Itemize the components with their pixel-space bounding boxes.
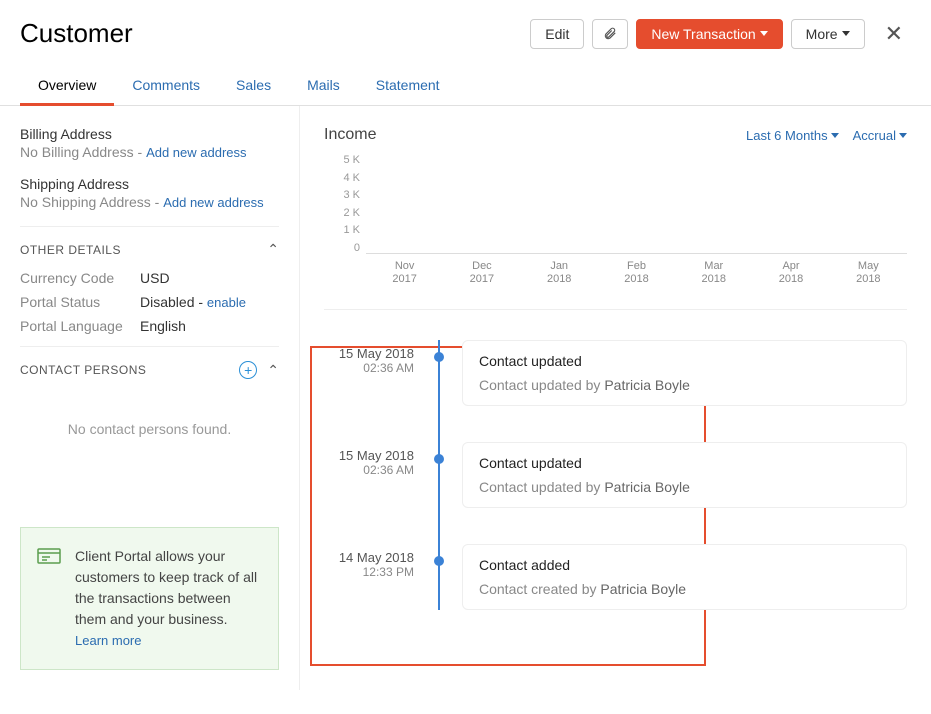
portal-text: Client Portal allows your customers to k… [75,546,262,651]
sidebar: Billing Address No Billing Address - Add… [0,106,300,690]
caret-down-icon [760,31,768,36]
timeline-item: 15 May 2018 02:36 AM Contact updated Con… [324,442,907,508]
timeline-dot-icon [434,352,444,362]
activity-timeline: 15 May 2018 02:36 AM Contact updated Con… [324,340,907,610]
chevron-up-icon: ⌃ [267,241,279,258]
tab-statement[interactable]: Statement [358,67,458,105]
timeline-card: Contact updated Contact updated by Patri… [462,340,907,406]
timeline-card: Contact updated Contact updated by Patri… [462,442,907,508]
contact-persons-empty: No contact persons found. [20,391,279,497]
shipping-address-label: Shipping Address [20,176,279,192]
caret-down-icon [831,133,839,138]
main-content: Income Last 6 Months Accrual 5 K 4 K 3 K… [300,106,931,690]
more-button[interactable]: More [791,19,865,49]
paperclip-icon [603,26,617,42]
timeline-date: 15 May 2018 02:36 AM [324,340,422,375]
portal-info-box: Client Portal allows your customers to k… [20,527,279,670]
portal-icon [37,546,61,651]
shipping-address-value: No Shipping Address - Add new address [20,194,279,210]
timeline-item: 14 May 2018 12:33 PM Contact added Conta… [324,544,907,610]
contact-persons-title: CONTACT PERSONS [20,363,146,377]
close-button[interactable]: ✕ [881,21,907,47]
add-contact-icon[interactable]: + [239,361,257,379]
portal-learn-more-link[interactable]: Learn more [75,633,141,648]
tabs: Overview Comments Sales Mails Statement [0,67,931,106]
billing-address-value: No Billing Address - Add new address [20,144,279,160]
timeline-item: 15 May 2018 02:36 AM Contact updated Con… [324,340,907,406]
billing-address-label: Billing Address [20,126,279,142]
plot-area [366,154,907,254]
detail-row: Portal Status Disabled - enable [20,294,279,310]
period-filter[interactable]: Last 6 Months [746,128,839,143]
income-title: Income [324,126,376,144]
other-details-header[interactable]: OTHER DETAILS ⌃ [20,241,279,258]
caret-down-icon [899,133,907,138]
more-label: More [806,26,838,42]
add-billing-link[interactable]: Add new address [146,145,246,160]
x-axis: Nov2017 Dec2017 Jan2018 Feb2018 Mar2018 … [366,260,907,286]
header-actions: Edit New Transaction More ✕ [530,19,907,49]
page-header: Customer Edit New Transaction More ✕ [0,0,931,67]
tab-comments[interactable]: Comments [114,67,218,105]
detail-row: Portal Language English [20,318,279,334]
tab-sales[interactable]: Sales [218,67,289,105]
add-shipping-link[interactable]: Add new address [163,195,263,210]
income-header: Income Last 6 Months Accrual [324,126,907,144]
timeline-dot-icon [434,454,444,464]
tab-mails[interactable]: Mails [289,67,358,105]
chevron-up-icon: ⌃ [267,362,279,379]
other-details-title: OTHER DETAILS [20,243,121,257]
enable-portal-link[interactable]: enable [207,295,246,310]
income-chart: 5 K 4 K 3 K 2 K 1 K 0 Nov2017 Dec2017 Ja… [324,154,907,299]
timeline-card: Contact added Contact created by Patrici… [462,544,907,610]
timeline-dot-icon [434,556,444,566]
new-transaction-label: New Transaction [651,26,755,42]
basis-filter[interactable]: Accrual [853,128,907,143]
tab-overview[interactable]: Overview [20,67,114,106]
page-title: Customer [20,18,133,49]
caret-down-icon [842,31,850,36]
new-transaction-button[interactable]: New Transaction [636,19,782,49]
detail-row: Currency Code USD [20,270,279,286]
y-axis: 5 K 4 K 3 K 2 K 1 K 0 [324,154,360,254]
attach-button[interactable] [592,19,628,49]
contact-persons-header[interactable]: CONTACT PERSONS + ⌃ [20,361,279,379]
timeline-date: 15 May 2018 02:36 AM [324,442,422,477]
edit-button[interactable]: Edit [530,19,584,49]
timeline-date: 14 May 2018 12:33 PM [324,544,422,579]
